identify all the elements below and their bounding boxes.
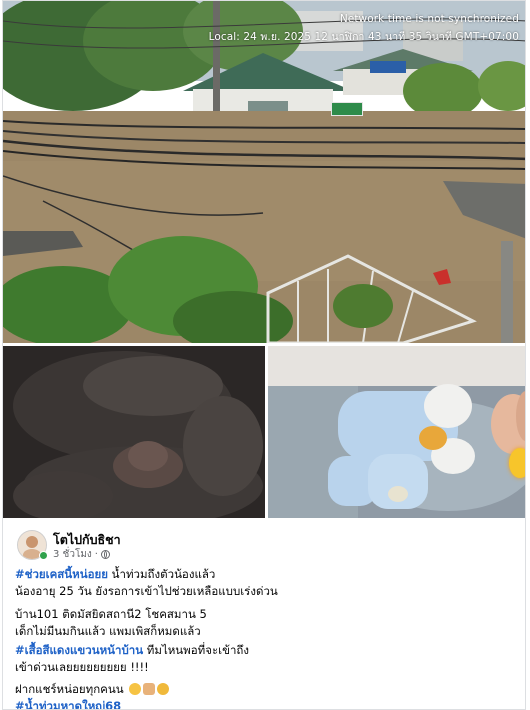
baby-dark-photo[interactable] xyxy=(3,346,265,518)
line7-text: ฝากแชร์หน่อยทุกคนน xyxy=(15,682,124,696)
post-line-8: #น้ำท่วมหาดใหญ่68 xyxy=(15,698,121,709)
post-line-1: #ช่วยเคสนี้หน่อยย น้ำท่วมถึงตัวน้องแล้ว xyxy=(15,566,215,584)
crying-face-emoji xyxy=(157,683,170,695)
post-line-5: #เสื้อสีแดงแขวนหน้าบ้าน ทีมไหนพอที่จะเข้… xyxy=(15,642,249,660)
folded-hands-emoji xyxy=(143,683,156,695)
network-time-overlay: Network time is not synchronized xyxy=(339,13,519,25)
hashtag-help[interactable]: #ช่วยเคสนี้หน่อยย xyxy=(15,567,108,581)
flood-scene-illustration xyxy=(3,1,525,343)
flood-photo[interactable]: Network time is not synchronized Local: … xyxy=(3,1,525,343)
post-line-7: ฝากแชร์หน่อยทุกคนน xyxy=(15,681,170,699)
post-line-3: บ้าน101 ติดมัสยิดสถานี2 โชคสมาน 5 xyxy=(15,607,207,621)
sad-face-emoji xyxy=(129,683,142,695)
line1-text: น้ำท่วมถึงตัวน้องแล้ว xyxy=(107,567,216,581)
baby-onesie-photo[interactable] xyxy=(268,346,525,518)
face-blur-emoji xyxy=(509,448,525,478)
hashtag-flood[interactable]: #น้ำท่วมหาดใหญ่68 xyxy=(15,699,121,709)
facebook-post: Network time is not synchronized Local: … xyxy=(2,0,526,710)
line5-text: ทีมไหนพอที่จะเข้าถึง xyxy=(143,643,249,657)
meta-separator: · xyxy=(94,549,98,560)
shop-sign xyxy=(370,61,406,73)
timestamp-overlay: Local: 24 พ.ย. 2025 12 นาฬิกา 43 นาที 35… xyxy=(208,31,519,43)
post-line-6: เข้าด่วนเลยยยยยยยยย !!!! xyxy=(15,660,149,674)
house-sign xyxy=(331,102,363,116)
baby-dark-illustration xyxy=(3,346,265,518)
post-line-4: เด็กไม่มีนมกินแล้ว แพมเพิสก็หมดแล้ว xyxy=(15,624,201,638)
post-meta: 3 ชั่วโมง · xyxy=(53,547,110,562)
baby-onesie-illustration xyxy=(268,346,525,518)
post-line-2: น้องอายุ 25 วัน ยังรอการเข้าไปช่วยเหลือแ… xyxy=(15,584,278,598)
globe-icon xyxy=(100,550,110,559)
post-time[interactable]: 3 ชั่วโมง xyxy=(53,547,92,562)
online-status-dot xyxy=(39,551,48,560)
hashtag-red-shirt[interactable]: #เสื้อสีแดงแขวนหน้าบ้าน xyxy=(15,643,143,657)
